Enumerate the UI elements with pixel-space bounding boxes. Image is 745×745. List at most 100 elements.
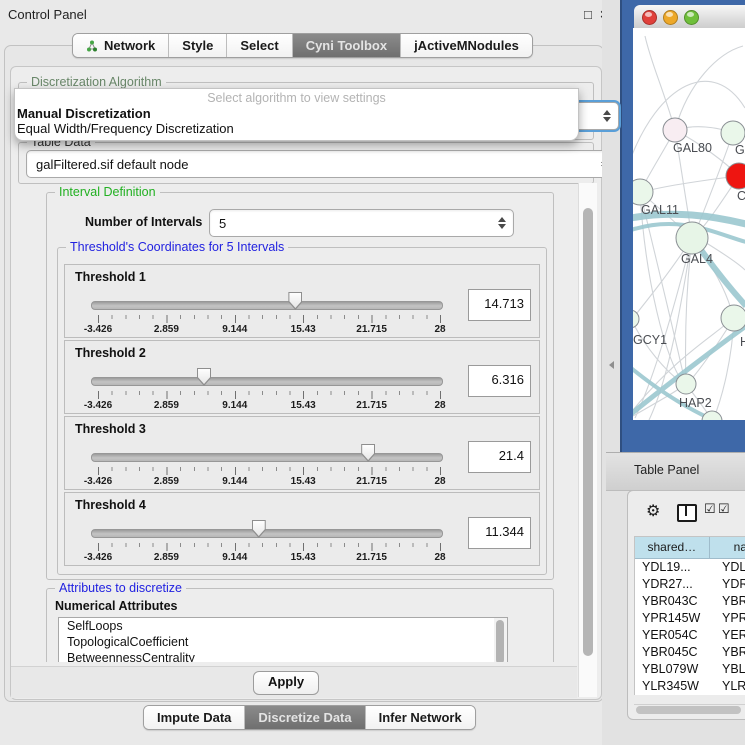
tick-label: 9.144 <box>205 476 265 487</box>
table-row[interactable]: YBR045CYBR0 <box>635 644 745 661</box>
table-cell: YBR045C <box>635 644 717 661</box>
interval-definition-title: Interval Definition <box>55 185 160 199</box>
tab-jactivemnodules[interactable]: jActiveMNodules <box>400 34 532 57</box>
table-cell: YBL079W <box>635 661 717 678</box>
tick-label: 2.859 <box>136 476 196 487</box>
table-row[interactable]: YDL19...YDL1 <box>635 559 745 576</box>
threshold-value-field[interactable]: 21.4 <box>468 441 531 473</box>
network-node[interactable] <box>676 374 696 394</box>
list-item[interactable]: BetweennessCentrality <box>59 650 495 662</box>
network-node-label: GAL80 <box>673 141 712 155</box>
combo-arrows-icon <box>498 217 506 229</box>
attributes-group-title: Attributes to discretize <box>55 581 186 595</box>
bottom-tab-bar: Impute Data Discretize DataInfer Network <box>143 705 476 730</box>
network-node-label: GAL4 <box>681 252 713 266</box>
tab-select[interactable]: Select <box>226 34 291 57</box>
slider-track[interactable] <box>91 377 443 386</box>
tab-label: jActiveMNodules <box>414 38 519 53</box>
network-node[interactable] <box>676 222 708 254</box>
column-header[interactable]: na <box>710 537 745 558</box>
number-of-intervals-combobox[interactable]: 5 <box>209 209 514 237</box>
threshold-value-field[interactable]: 11.344 <box>468 517 531 549</box>
list-item[interactable]: TopologicalCoefficient <box>59 634 495 650</box>
tab-label: Impute Data <box>157 710 231 725</box>
dropdown-placeholder: Select algorithm to view settings <box>15 91 578 106</box>
network-node[interactable] <box>633 179 653 205</box>
gear-icon[interactable]: ⚙ <box>646 501 660 521</box>
tick-label: 15.43 <box>273 476 333 487</box>
threshold-4-panel: Threshold 4 -3.4262.8599.14415.4321.7152… <box>64 492 540 566</box>
table-row[interactable]: YBL079WYBL0 <box>635 661 745 678</box>
discretization-algorithm-group-title: Discretization Algorithm <box>27 75 166 89</box>
panel-vertical-scrollbar[interactable] <box>578 183 597 697</box>
network-node[interactable] <box>721 305 745 331</box>
tab-discretize-data[interactable]: Discretize Data <box>244 706 364 729</box>
tab-cyni-toolbox[interactable]: Cyni Toolbox <box>292 34 400 57</box>
numerical-attributes-list[interactable]: SelfLoopsTopologicalCoefficientBetweenne… <box>58 617 496 662</box>
network-node[interactable] <box>702 411 722 420</box>
threshold-1-slider[interactable]: -3.4262.8599.14415.4321.71528 <box>91 291 443 337</box>
slider-tick-labels: -3.4262.8599.14415.4321.71528 <box>98 400 443 412</box>
checkbox-checked-icon[interactable]: ☑ <box>718 501 730 517</box>
number-of-intervals-value: 5 <box>219 216 226 231</box>
apply-strip: Apply <box>11 666 577 698</box>
column-header[interactable]: shared… <box>635 537 710 558</box>
close-traffic-light-icon[interactable] <box>642 10 657 25</box>
table-panel: ⚙ ☑ ☑ shared…na YDL19...YDL1YDR27...YDR2… <box>627 490 745 720</box>
slider-track[interactable] <box>91 453 443 462</box>
table-row[interactable]: YLR345WYLR3 <box>635 678 745 695</box>
number-of-intervals-label: Number of Intervals <box>85 209 202 235</box>
splitter-grip-icon[interactable] <box>609 361 614 369</box>
tab-network[interactable]: Network <box>73 34 168 57</box>
tick-label: 21.715 <box>342 324 402 335</box>
table-row[interactable]: YPR145WYPR1 <box>635 610 745 627</box>
threshold-2-slider[interactable]: -3.4262.8599.14415.4321.71528 <box>91 367 443 413</box>
threshold-value-field[interactable]: 6.316 <box>468 365 531 397</box>
threshold-4-slider[interactable]: -3.4262.8599.14415.4321.71528 <box>91 519 443 565</box>
tick-label: 9.144 <box>205 400 265 411</box>
tab-label: Select <box>240 38 278 53</box>
network-node-label: GCY1 <box>633 333 667 347</box>
table-cell: YDL1 <box>717 559 745 576</box>
columns-icon[interactable] <box>677 504 697 522</box>
tick-label: 2.859 <box>136 552 196 563</box>
threshold-label: Threshold 3 <box>75 422 146 436</box>
checkbox-checked-icon[interactable]: ☑ <box>704 501 716 517</box>
node-table[interactable]: shared…na YDL19...YDL1YDR27...YDR2YBR043… <box>634 536 745 695</box>
network-node[interactable] <box>663 118 687 142</box>
minimize-traffic-light-icon[interactable] <box>663 10 678 25</box>
list-item[interactable]: SelfLoops <box>59 618 495 634</box>
slider-track[interactable] <box>91 529 443 538</box>
slider-track[interactable] <box>91 301 443 310</box>
slider-major-ticks <box>98 543 443 551</box>
tab-infer-network[interactable]: Infer Network <box>365 706 475 729</box>
table-row[interactable]: YER054CYER0 <box>635 627 745 644</box>
table-data-value: galFiltered.sif default node <box>36 157 188 172</box>
tick-label: 2.859 <box>136 400 196 411</box>
zoom-traffic-light-icon[interactable] <box>684 10 699 25</box>
table-data-combobox[interactable]: galFiltered.sif default node <box>26 150 617 178</box>
threshold-1-panel: Threshold 1 -3.4262.8599.14415.4321.7152… <box>64 264 540 338</box>
dropdown-option[interactable]: Equal Width/Frequency Discretization <box>15 121 578 136</box>
attributes-list-scrollbar[interactable] <box>494 617 508 662</box>
table-row[interactable]: YDR27...YDR2 <box>635 576 745 593</box>
network-icon <box>86 40 98 52</box>
threshold-2-panel: Threshold 2 -3.4262.8599.14415.4321.7152… <box>64 340 540 414</box>
apply-button[interactable]: Apply <box>253 671 319 695</box>
dropdown-option[interactable]: Manual Discretization <box>15 106 578 121</box>
network-window-titlebar[interactable] <box>634 5 745 29</box>
network-node[interactable] <box>721 121 745 145</box>
tab-impute-data[interactable]: Impute Data <box>144 706 244 729</box>
tick-label: 15.43 <box>273 324 333 335</box>
network-canvas[interactable]: GAL80GACGAL11GAL4GCY1HHAP2 <box>633 28 745 420</box>
tab-label: Cyni Toolbox <box>306 38 387 53</box>
table-cell: YPR145W <box>635 610 717 627</box>
tab-style[interactable]: Style <box>168 34 226 57</box>
threshold-value-field[interactable]: 14.713 <box>468 289 531 321</box>
threshold-label: Threshold 2 <box>75 346 146 360</box>
table-horizontal-scrollbar[interactable] <box>634 704 745 716</box>
minimize-icon[interactable]: □ <box>584 7 592 22</box>
network-node[interactable] <box>633 310 639 328</box>
threshold-3-slider[interactable]: -3.4262.8599.14415.4321.71528 <box>91 443 443 489</box>
table-row[interactable]: YBR043CYBR0 <box>635 593 745 610</box>
